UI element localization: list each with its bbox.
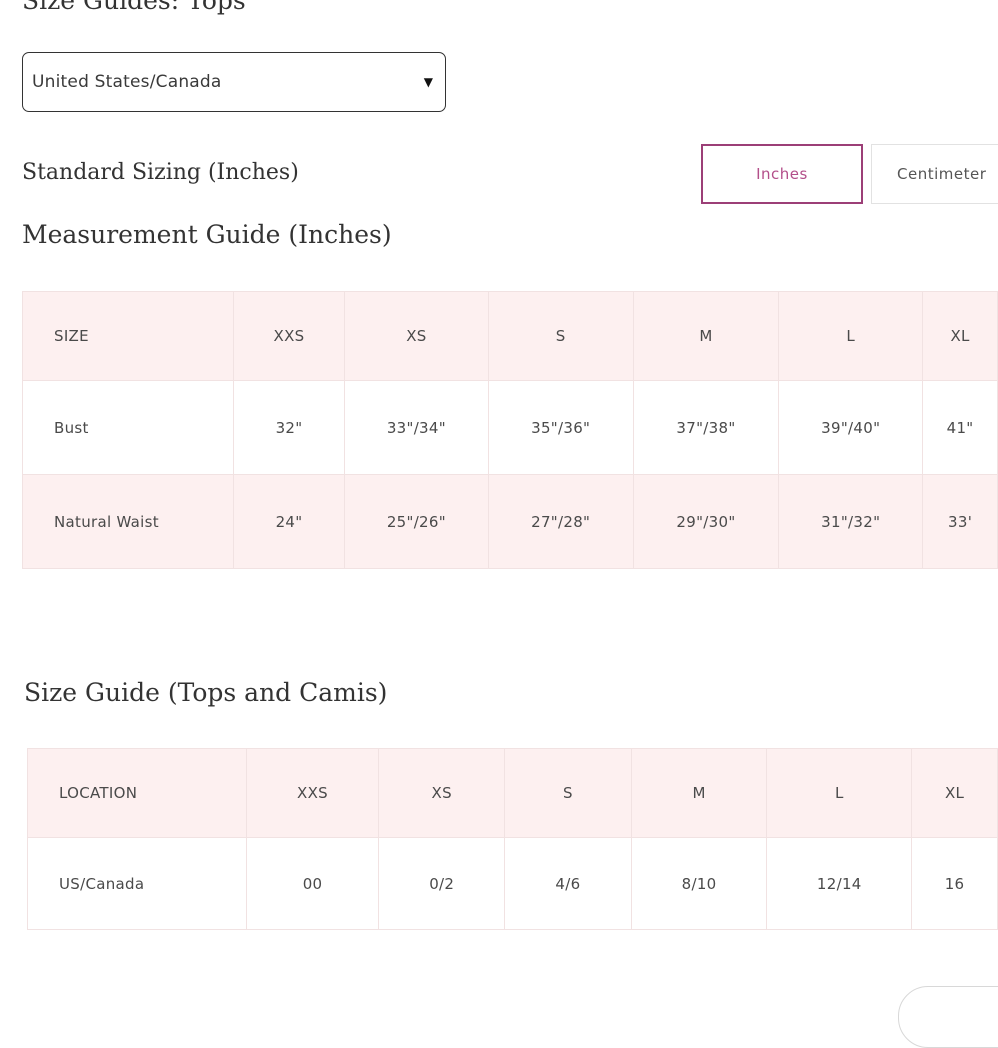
header-cell: SIZE	[21, 291, 235, 381]
table-cell: 37"/38"	[632, 380, 780, 475]
measurement-guide-title: Measurement Guide (Inches)	[22, 220, 392, 249]
region-select[interactable]: United States/Canada ▼	[22, 52, 446, 112]
table-cell: 27"/28"	[487, 474, 634, 569]
table-cell: 4/6	[504, 837, 632, 930]
header-cell: L	[778, 291, 924, 381]
table-cell: 41"	[922, 380, 998, 475]
header-cell: L	[766, 748, 913, 838]
row-label-cell: Natural Waist	[21, 474, 235, 569]
table-cell: 16	[911, 837, 998, 930]
standard-sizing-heading: Standard Sizing (Inches)	[22, 160, 299, 185]
table-cell: 00	[245, 837, 380, 930]
page-title: Size Guides: Tops	[22, 0, 246, 15]
table-cell: 29"/30"	[632, 474, 780, 569]
region-select-value: United States/Canada	[32, 72, 222, 92]
row-label-cell: US/Canada	[27, 837, 247, 930]
row-label-cell: Bust	[21, 380, 235, 475]
table-row: Natural Waist 24" 25"/26" 27"/28" 29"/30…	[21, 474, 998, 569]
table-row: Bust 32" 33"/34" 35"/36" 37"/38" 39"/40"…	[21, 380, 998, 475]
centimeters-button[interactable]: Centimeter	[871, 144, 998, 204]
header-cell: XS	[378, 748, 506, 838]
table-cell: 12/14	[766, 837, 913, 930]
header-cell: S	[504, 748, 632, 838]
table-cell: 8/10	[630, 837, 768, 930]
header-cell: XXS	[245, 748, 380, 838]
table-cell: 32"	[233, 380, 345, 475]
header-cell: S	[487, 291, 634, 381]
header-cell: M	[632, 291, 780, 381]
table-row: US/Canada 00 0/2 4/6 8/10 12/14 16	[27, 837, 998, 930]
table-cell: 35"/36"	[487, 380, 634, 475]
table-cell: 31"/32"	[778, 474, 924, 569]
header-cell: M	[630, 748, 768, 838]
table-cell: 0/2	[378, 837, 506, 930]
table-header-row: LOCATION XXS XS S M L XL	[27, 748, 998, 838]
header-cell: XXS	[233, 291, 345, 381]
header-cell: XL	[911, 748, 998, 838]
size-guide-table: LOCATION XXS XS S M L XL US/Canada 00 0/…	[27, 748, 998, 930]
header-cell: XS	[343, 291, 489, 381]
table-cell: 33'	[922, 474, 998, 569]
table-cell: 24"	[233, 474, 345, 569]
measurement-guide-table: SIZE XXS XS S M L XL Bust 32" 33"/34" 35…	[21, 291, 998, 569]
table-cell: 25"/26"	[343, 474, 489, 569]
caret-down-icon: ▼	[423, 75, 433, 89]
table-header-row: SIZE XXS XS S M L XL	[21, 291, 998, 381]
inches-button[interactable]: Inches	[701, 144, 863, 204]
header-cell: XL	[922, 291, 998, 381]
chat-widget-button[interactable]	[898, 986, 998, 1048]
table-cell: 39"/40"	[778, 380, 924, 475]
header-cell: LOCATION	[27, 748, 247, 838]
size-guide-title: Size Guide (Tops and Camis)	[24, 678, 388, 707]
table-cell: 33"/34"	[343, 380, 489, 475]
